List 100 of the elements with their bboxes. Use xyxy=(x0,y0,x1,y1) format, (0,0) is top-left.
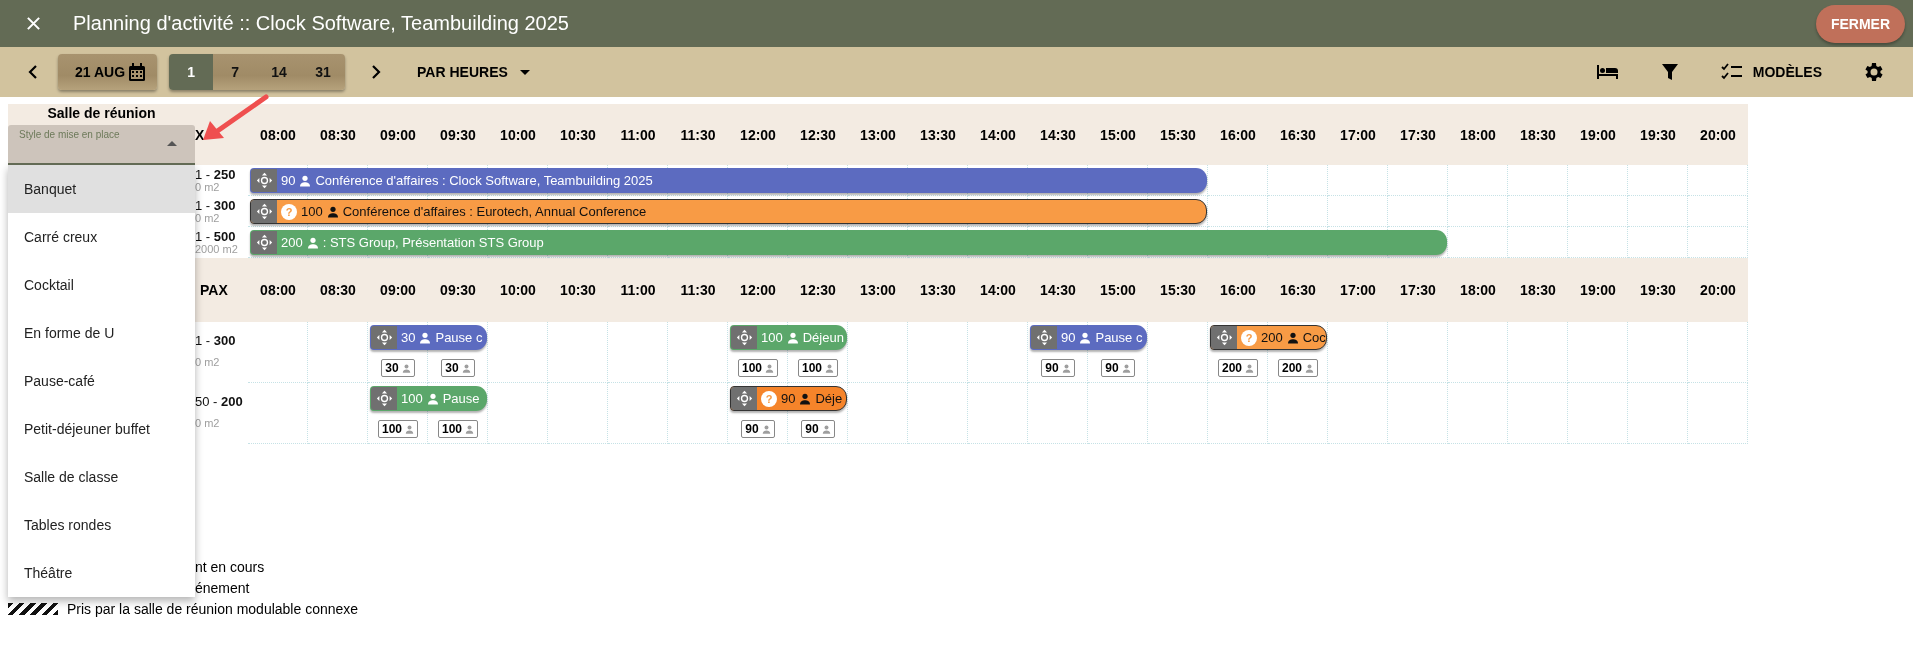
date-button[interactable]: 21 AUG xyxy=(58,54,158,90)
grid-cell xyxy=(1328,196,1388,227)
menu-option[interactable]: Banquet xyxy=(8,165,195,213)
previous-icon[interactable] xyxy=(28,64,38,80)
filter-icon[interactable] xyxy=(1661,63,1678,81)
grid-cell xyxy=(1568,196,1628,227)
move-icon[interactable] xyxy=(1215,329,1233,346)
grid-cell xyxy=(1568,165,1628,196)
menu-option[interactable]: Carré creux xyxy=(8,213,195,261)
grid-cell xyxy=(668,383,728,444)
event-bar[interactable]: 90 Conférence d'affaires : Clock Software, Teambuilding 2025 xyxy=(250,168,1207,193)
menu-option[interactable]: Théâtre xyxy=(8,549,195,597)
person-icon xyxy=(1245,363,1254,373)
attendee-count: 30 xyxy=(381,359,415,377)
person-icon xyxy=(1061,363,1071,373)
grid-cell xyxy=(1688,196,1748,227)
range-tab[interactable]: 7 xyxy=(213,54,258,90)
person-icon xyxy=(821,424,831,434)
event-bar[interactable]: ? 90 Déje xyxy=(730,386,847,411)
event-bar[interactable]: 30 Pause c xyxy=(370,325,487,350)
capacity-text: 1 - 300 xyxy=(195,334,237,349)
time-header: 08:30 xyxy=(320,282,356,298)
attendee-count: 100 xyxy=(378,420,418,438)
time-header: 08:00 xyxy=(260,126,296,143)
time-header: 18:00 xyxy=(1460,126,1496,143)
menu-option[interactable]: Cocktail xyxy=(8,261,195,309)
view-dropdown[interactable]: PAR HEURES xyxy=(411,63,536,81)
person-icon xyxy=(419,331,432,344)
grid-cell xyxy=(608,383,668,444)
time-header: 15:30 xyxy=(1160,282,1196,298)
move-icon[interactable] xyxy=(735,329,753,346)
person-icon xyxy=(1286,331,1299,344)
grid-cell xyxy=(1208,165,1268,196)
close-icon[interactable] xyxy=(26,16,41,31)
event-title: Conférence d'affaires : Clock Software, Teambuilding 2025 xyxy=(315,173,653,188)
question-badge: ? xyxy=(761,390,777,407)
grid-cell xyxy=(1208,383,1268,444)
event-title: : STS Group, Présentation STS Group xyxy=(322,235,544,250)
area-text: 0 m2 xyxy=(195,418,221,430)
person-icon xyxy=(426,392,439,405)
grid-cell xyxy=(1568,383,1628,444)
grid-cell xyxy=(968,322,1028,383)
event-count: 100 xyxy=(401,391,423,406)
event-bar[interactable]: ? 200 Coc xyxy=(1210,325,1327,350)
menu-option[interactable]: Salle de classe xyxy=(8,453,195,501)
grid-cell xyxy=(848,322,908,383)
time-header: 09:00 xyxy=(380,126,416,143)
area-text: 0 m2 xyxy=(195,357,221,369)
grid-cell xyxy=(1628,165,1688,196)
grid-cell xyxy=(1088,383,1148,444)
move-icon[interactable] xyxy=(375,329,393,346)
event-bar[interactable]: ? 100 Conférence d'affaires : Eurotech, Annual Conference xyxy=(250,199,1207,224)
close-button[interactable]: FERMER xyxy=(1815,4,1905,43)
grid-cell xyxy=(308,322,368,383)
event-bar[interactable]: 90 Pause c xyxy=(1030,325,1147,350)
grid-cell xyxy=(1388,165,1448,196)
move-icon[interactable] xyxy=(375,390,393,407)
window-title: Planning d'activité :: Clock Software, Teambuilding 2025 xyxy=(73,12,569,35)
grid-cell xyxy=(668,322,728,383)
capacity-text: 1 - 500 xyxy=(195,229,237,244)
attendee-count: 100 xyxy=(738,359,778,377)
grid-cell xyxy=(1208,196,1268,227)
next-icon[interactable] xyxy=(371,64,382,80)
person-icon xyxy=(799,392,812,405)
time-header: 10:00 xyxy=(500,126,536,143)
move-icon[interactable] xyxy=(735,390,753,407)
grid-cell xyxy=(1448,383,1508,444)
move-icon[interactable] xyxy=(255,203,273,220)
range-tab[interactable]: 14 xyxy=(257,54,302,90)
time-header: 11:30 xyxy=(680,126,716,143)
grid-cell xyxy=(248,383,308,444)
time-header: 19:00 xyxy=(1580,282,1616,298)
time-header: 13:00 xyxy=(860,126,896,143)
grid-cell xyxy=(908,322,968,383)
menu-option[interactable]: Tables rondes xyxy=(8,501,195,549)
grid-cell xyxy=(1628,322,1688,383)
event-title: Déjeun xyxy=(802,330,844,345)
templates-button[interactable]: MODÈLES xyxy=(1714,62,1828,82)
move-icon[interactable] xyxy=(1035,329,1053,346)
time-header: 18:00 xyxy=(1460,282,1496,298)
move-icon[interactable] xyxy=(255,234,273,251)
attendee-count: 100 xyxy=(798,359,838,377)
move-icon[interactable] xyxy=(255,172,273,189)
person-icon xyxy=(465,424,474,434)
menu-option[interactable]: Petit-déjeuner buffet xyxy=(8,405,195,453)
grid-cell xyxy=(1688,322,1748,383)
grid-cell xyxy=(608,322,668,383)
grid-cell xyxy=(1388,322,1448,383)
time-header: 15:00 xyxy=(1100,126,1136,143)
bed-icon[interactable] xyxy=(1595,64,1620,80)
grid-cell xyxy=(1328,383,1388,444)
menu-option[interactable]: Pause-café xyxy=(8,357,195,405)
menu-option[interactable]: En forme de U xyxy=(8,309,195,357)
range-tab[interactable]: 31 xyxy=(301,54,346,90)
grid-cell xyxy=(1448,322,1508,383)
person-icon xyxy=(401,363,411,373)
range-tab[interactable]: 1 xyxy=(169,54,214,90)
caret-icon xyxy=(167,141,177,146)
event-count: 100 xyxy=(301,204,323,219)
hatched-swatch xyxy=(8,602,58,615)
